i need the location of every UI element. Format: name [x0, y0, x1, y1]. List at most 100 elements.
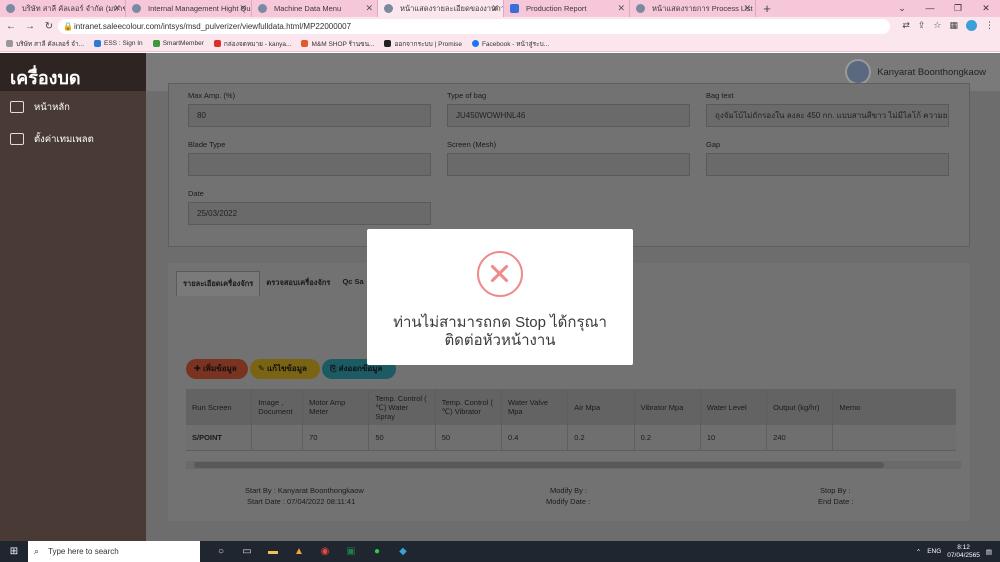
minimize-icon[interactable]: —: [916, 0, 944, 17]
tray-chevron-icon[interactable]: ⌃: [916, 548, 921, 556]
translate-icon[interactable]: ⇄: [902, 20, 910, 31]
notifications-icon[interactable]: ▤: [986, 548, 992, 556]
task-view-icon[interactable]: ▭: [234, 546, 260, 557]
type-of-bag-field[interactable]: JU450WOWHNL46: [447, 104, 690, 127]
table-cell: [252, 425, 304, 450]
cortana-icon[interactable]: ○: [208, 546, 234, 557]
column-header: Output (kg/hr): [767, 389, 834, 425]
reload-icon[interactable]: ↻: [41, 21, 57, 32]
app-icon[interactable]: ▲: [286, 546, 312, 557]
chrome-icon[interactable]: ◉: [312, 546, 338, 557]
sidebar-item-template-settings[interactable]: ตั้งค่าเทมเพลต: [0, 123, 146, 155]
bookmark-item[interactable]: M&M SHOP ร้านขน...: [301, 39, 374, 49]
table-cell: 50: [369, 425, 436, 450]
screen-mesh-field[interactable]: [447, 153, 690, 176]
forward-icon[interactable]: →: [22, 21, 38, 32]
share-icon[interactable]: ⇪: [918, 20, 926, 31]
new-tab-button[interactable]: +: [756, 0, 778, 17]
menu-kebab-icon[interactable]: ⋮: [985, 20, 994, 31]
column-header: Water Valve Mpa: [502, 389, 569, 425]
bookmark-item[interactable]: Facebook - หน้าสู่ระบ...: [471, 39, 549, 49]
globe-icon: [384, 4, 393, 13]
close-tab-icon[interactable]: ✕: [743, 0, 751, 17]
bookmark-item[interactable]: กล่องจดหมาย - kanya...: [213, 39, 291, 49]
bookmark-item[interactable]: SmartMember: [152, 40, 204, 47]
detail-tabs: รายละเอียดเครื่องจักร ตรวจสอบเครื่องจักร…: [176, 271, 370, 296]
column-header: Motor Amp Meter: [303, 389, 370, 425]
close-tab-icon[interactable]: ✕: [365, 0, 373, 17]
close-window-icon[interactable]: ✕: [972, 0, 1000, 17]
edit-data-button[interactable]: ✎ แก้ไขข้อมูล: [250, 359, 320, 379]
windows-start-icon[interactable]: ⊞: [0, 546, 28, 557]
table-horizontal-scrollbar[interactable]: [186, 461, 961, 469]
window-controls: ⌄ — ❐ ✕: [888, 0, 1000, 17]
line-icon[interactable]: ●: [364, 546, 390, 557]
bookmark-item[interactable]: ESS : Sign In: [94, 40, 143, 47]
tab-machine-check[interactable]: ตรวจสอบเครื่องจักร: [260, 271, 336, 296]
max-amp-field[interactable]: 80: [188, 104, 431, 127]
details-card: Max Amp. (%) 80 Type of bag JU450WOWHNL4…: [168, 83, 970, 247]
gap-label: Gap: [706, 140, 721, 149]
close-tab-icon[interactable]: ✕: [113, 0, 121, 17]
sidebar-item-home[interactable]: หน้าหลัก: [0, 91, 146, 123]
site-favicon-icon: [6, 4, 15, 13]
gap-field[interactable]: [706, 153, 949, 176]
close-tab-icon[interactable]: ✕: [617, 0, 625, 17]
screen-mesh-label: Screen (Mesh): [447, 140, 497, 149]
tab-qc-sample[interactable]: Qc Sa: [336, 271, 369, 296]
bag-text-label: Bag text: [706, 91, 734, 100]
bookmark-star-icon[interactable]: ☆: [933, 20, 941, 31]
bookmark-item[interactable]: ออกจากระบบ | Promise: [384, 39, 462, 49]
table-cell: S/POINT: [186, 425, 253, 450]
start-date-text: Start Date : 07/04/2022 08:11:41: [247, 497, 356, 506]
browser-tab[interactable]: หน้าแสดงรายการ Process List ✕: [630, 0, 756, 17]
app-icon[interactable]: ◆: [390, 546, 416, 557]
table-cell: 50: [436, 425, 502, 450]
maximize-icon[interactable]: ❐: [944, 0, 972, 17]
bookmark-item[interactable]: บริษัท สาลี คัลเลอร์ จำ...: [6, 39, 84, 49]
browser-tab[interactable]: Machine Data Menu ✕: [252, 0, 378, 17]
browser-tab-active[interactable]: หน้าแสดงรายละเอียดของงานการMP2...✕: [378, 0, 504, 17]
excel-icon[interactable]: ▣: [338, 546, 364, 557]
windows-taskbar: ⊞ ⌕ Type here to search ○ ▭ ▬ ▲ ◉ ▣ ● ◆ …: [0, 541, 1000, 562]
back-icon[interactable]: ←: [3, 21, 19, 32]
bag-text-field[interactable]: ถุงจัมโบ้ไม่ถักรองใน ลงละ 450 กก. แบบสาน…: [706, 104, 949, 127]
table-row[interactable]: S/POINT 70 50 50 0.4 0.2 0.2 10 240: [186, 425, 956, 451]
extensions-icon[interactable]: ▦: [949, 20, 958, 31]
gmail-icon: [213, 40, 221, 47]
file-explorer-icon[interactable]: ▬: [260, 546, 286, 557]
table-cell: 70: [303, 425, 370, 450]
bookmarks-bar: บริษัท สาลี คัลเลอร์ จำ... ESS : Sign In…: [0, 36, 1000, 52]
close-tab-icon[interactable]: ✕: [239, 0, 247, 17]
modify-date-text: Modify Date :: [546, 497, 591, 506]
clock[interactable]: 8:12 07/04/2565: [947, 544, 980, 560]
profile-avatar-icon[interactable]: [966, 20, 977, 31]
scrollbar-thumb[interactable]: [194, 462, 884, 468]
tab-search-icon[interactable]: ⌄: [888, 0, 916, 17]
browser-tab[interactable]: Internal Management Hight Qua... ✕: [126, 0, 252, 17]
language-indicator[interactable]: ENG: [927, 548, 941, 555]
user-menu[interactable]: Kanyarat Boonthongkaow: [845, 59, 986, 85]
column-header: Water Level: [701, 389, 768, 425]
date-field[interactable]: 25/03/2022: [188, 202, 431, 225]
site-favicon-icon: [636, 4, 645, 13]
system-tray: ⌃ ENG 8:12 07/04/2565 ▤: [916, 541, 992, 562]
column-header: Air Mpa: [568, 389, 635, 425]
machine-data-table: Run Screen Image , Document Motor Amp Me…: [186, 389, 956, 451]
taskbar-search-input[interactable]: ⌕ Type here to search: [28, 541, 200, 562]
browser-tab[interactable]: Production Report ✕: [504, 0, 630, 17]
sidebar-title: เครื่องบด: [0, 53, 146, 91]
column-header: Run Screen: [186, 389, 253, 425]
error-x-icon: [477, 251, 523, 297]
table-cell: 240: [767, 425, 834, 450]
start-by-text: Start By : Kanyarat Boonthongkaow: [245, 486, 364, 495]
blade-type-field[interactable]: [188, 153, 431, 176]
blade-type-label: Blade Type: [188, 140, 226, 149]
add-data-button[interactable]: ✚ เพิ่มข้อมูล: [186, 359, 248, 379]
shop-icon: [301, 40, 309, 47]
browser-tab[interactable]: บริษัท สาลี คัลเลอร์ จำกัด (มหาชน) Sa...…: [0, 0, 126, 17]
close-tab-icon[interactable]: ✕: [491, 0, 499, 17]
tab-machine-details[interactable]: รายละเอียดเครื่องจักร: [176, 271, 261, 296]
end-date-text: End Date :: [818, 497, 854, 506]
url-input[interactable]: 🔒 intranet.saleecolour.com/intsys/msd_pu…: [58, 19, 890, 34]
